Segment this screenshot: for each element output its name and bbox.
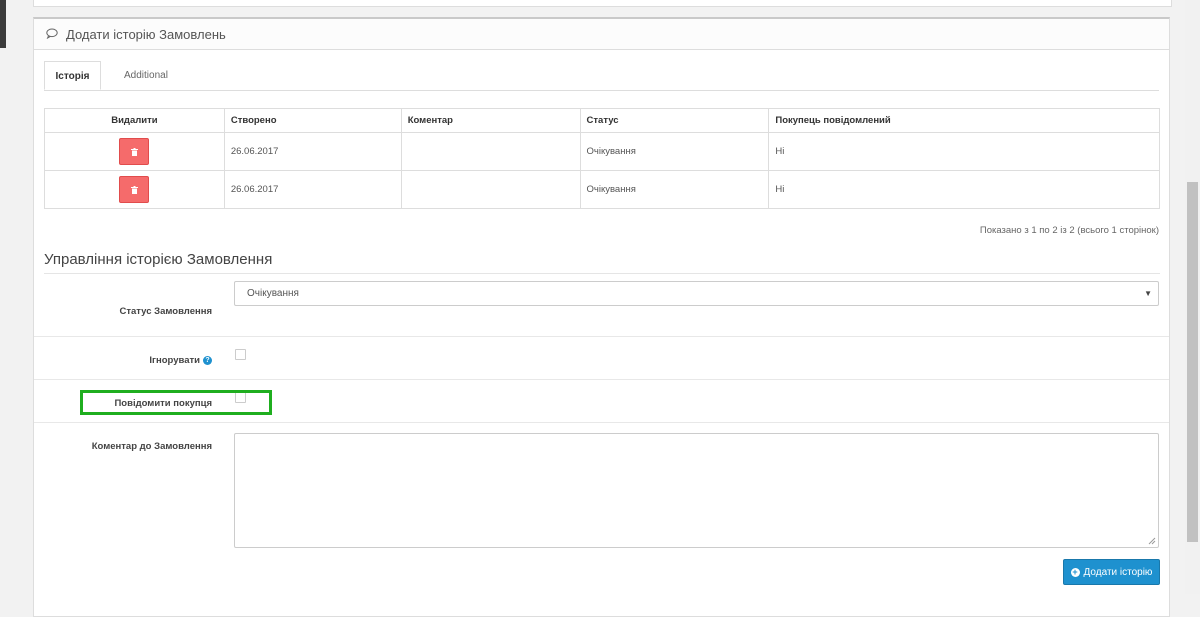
ignore-checkbox[interactable]	[235, 349, 246, 360]
plus-circle-icon: +	[1070, 566, 1080, 577]
add-history-button[interactable]: + Додати історію	[1063, 559, 1160, 585]
scrollbar-thumb[interactable]	[1187, 182, 1198, 542]
table-row: 26.06.2017 Очікування Ні	[44, 170, 1160, 209]
status-cell: Очікування	[579, 132, 770, 171]
tab-additional[interactable]: Additional	[112, 61, 180, 90]
table-row: 26.06.2017 Очікування Ні	[44, 132, 1160, 171]
manage-section-title: Управління історією Замовлення	[44, 251, 1160, 274]
previous-panel-edge	[33, 0, 1172, 7]
delete-cell	[44, 132, 225, 171]
status-cell: Очікування	[579, 170, 770, 209]
status-label: Статус Замовлення	[119, 306, 212, 317]
trash-icon	[130, 147, 138, 156]
comment-textarea[interactable]	[234, 433, 1159, 548]
form-divider	[34, 379, 1169, 380]
column-header-created: Створено	[223, 108, 402, 133]
form-divider	[34, 422, 1169, 423]
delete-button[interactable]	[119, 138, 150, 165]
table-header-row: Видалити Створено Коментар Статус Покупе…	[44, 108, 1160, 133]
tab-history[interactable]: Історія	[44, 61, 101, 90]
created-cell: 26.06.2017	[223, 132, 402, 171]
panel-heading: Додати історію Замовлень	[34, 19, 1169, 50]
column-header-comment: Коментар	[400, 108, 581, 133]
trash-icon	[130, 185, 138, 194]
status-select-value: Очікування	[247, 288, 299, 299]
question-icon[interactable]: ?	[203, 355, 212, 365]
comment-cell	[400, 170, 581, 209]
delete-cell	[44, 170, 225, 209]
tab-bar: Історія Additional	[44, 61, 1159, 91]
left-gutter	[6, 0, 15, 594]
comment-cell	[400, 132, 581, 171]
panel-title: Додати історію Замовлень	[66, 26, 226, 42]
notified-cell: Ні	[768, 170, 1160, 209]
history-table: Видалити Створено Коментар Статус Покупе…	[44, 108, 1160, 209]
status-select[interactable]: Очікування ▼	[234, 281, 1159, 306]
order-history-panel: Додати історію Замовлень Історія Additio…	[33, 17, 1170, 617]
ignore-label-wrap: Ігнорувати?	[34, 355, 212, 366]
pagination-text: Показано з 1 по 2 із 2 (всього 1 сторіно…	[979, 225, 1159, 236]
scrollbar-track[interactable]	[1185, 0, 1200, 594]
form-divider	[34, 336, 1169, 337]
column-header-status: Статус	[579, 108, 770, 133]
notified-cell: Ні	[768, 132, 1160, 171]
delete-button[interactable]	[119, 176, 150, 203]
ignore-label: Ігнорувати	[149, 355, 200, 366]
caret-down-icon: ▼	[1144, 289, 1152, 298]
column-header-notified: Покупець повідомлений	[768, 108, 1160, 133]
comment-icon	[46, 28, 58, 40]
add-history-label: Додати історію	[1083, 566, 1153, 578]
comment-label: Коментар до Замовлення	[91, 441, 212, 452]
highlight-box	[80, 390, 272, 415]
resize-handle-icon[interactable]	[1148, 537, 1156, 545]
created-cell: 26.06.2017	[223, 170, 402, 209]
column-header-delete: Видалити	[44, 108, 225, 133]
